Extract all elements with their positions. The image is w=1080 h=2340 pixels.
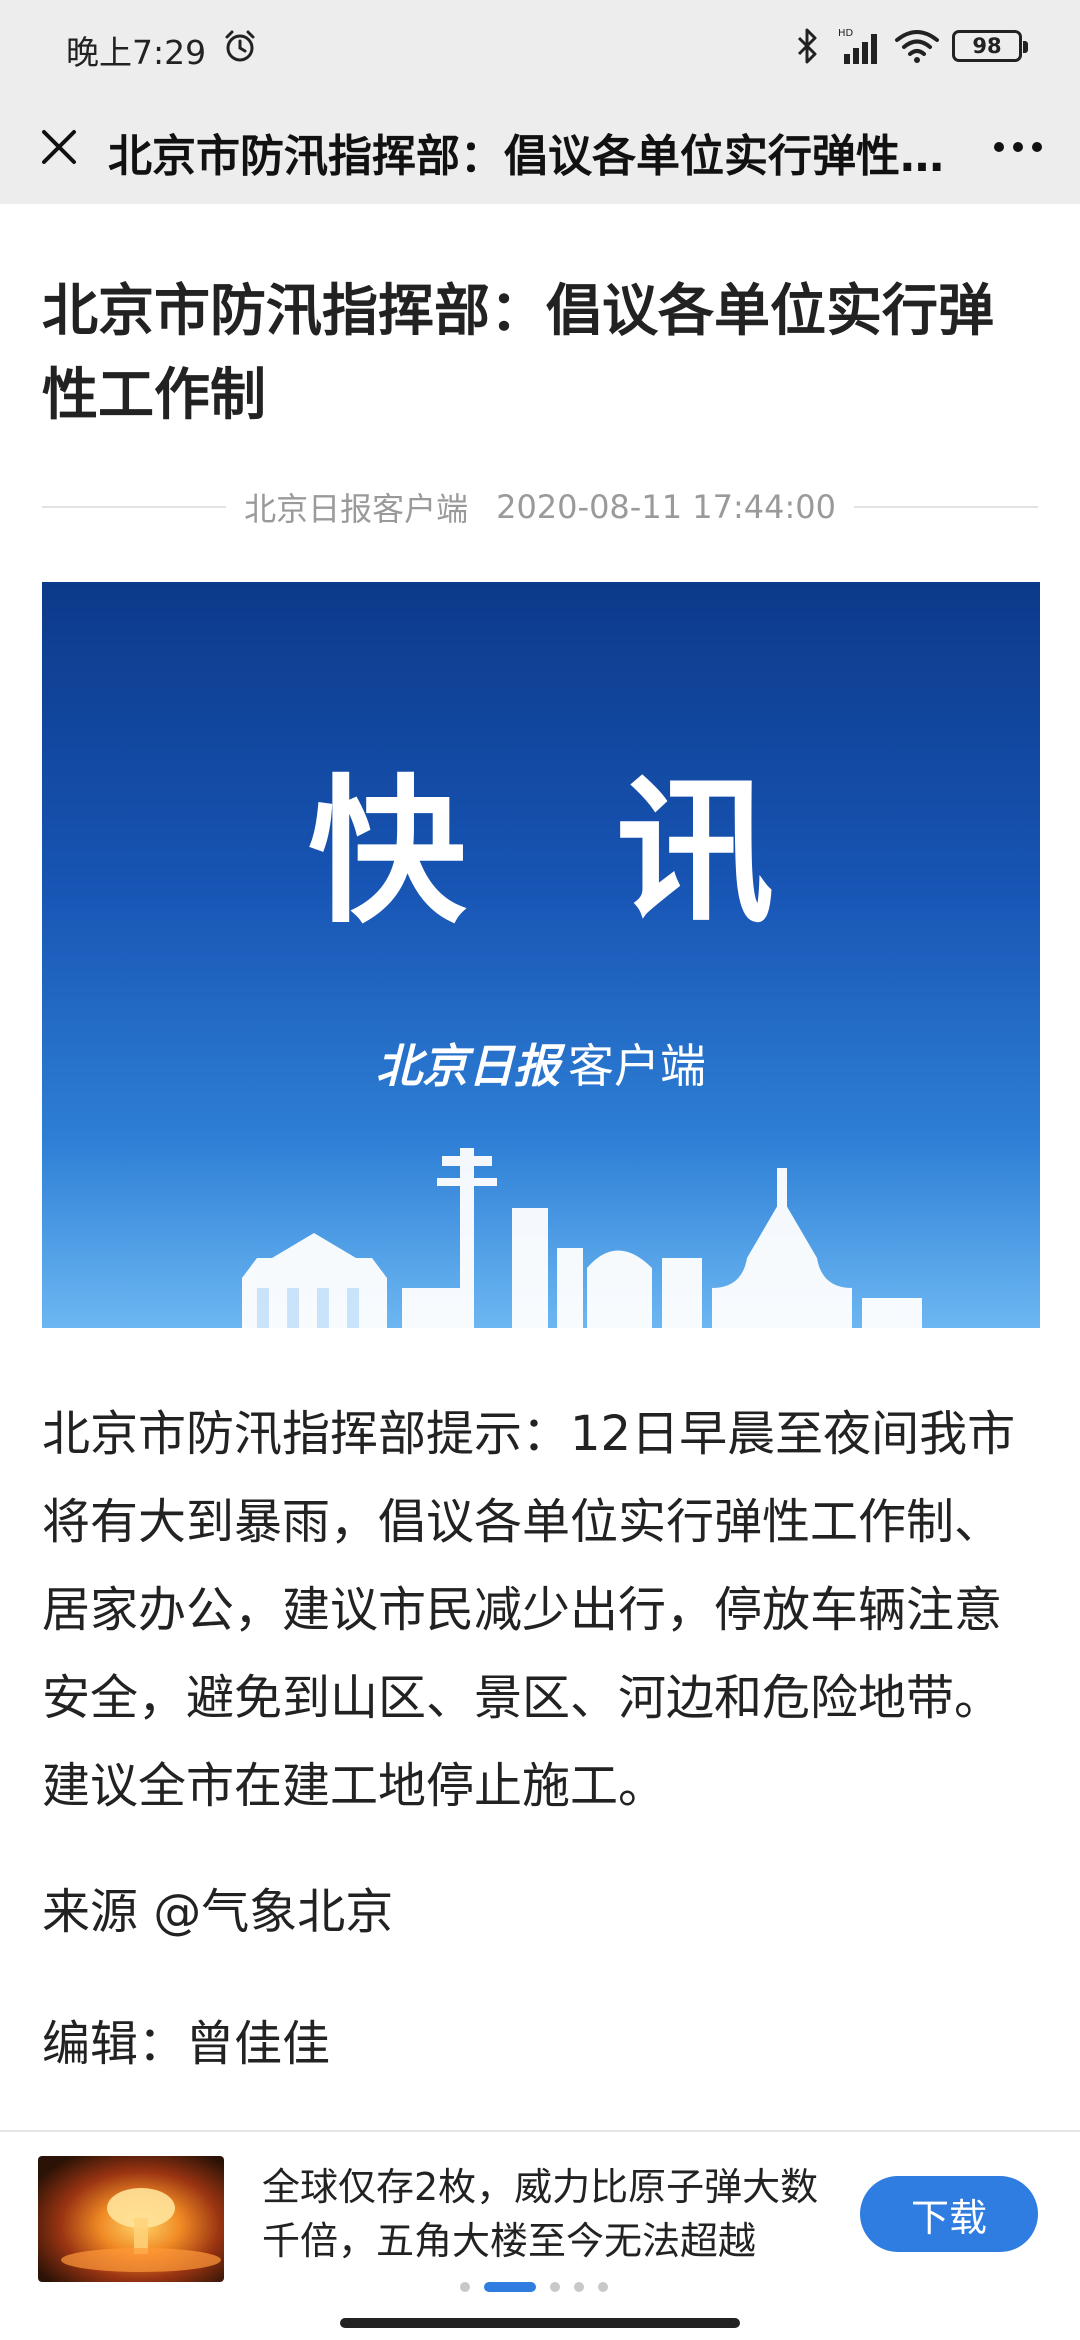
close-button[interactable] bbox=[26, 114, 92, 180]
battery-icon: 98 bbox=[952, 30, 1028, 62]
skyline-graphic bbox=[242, 1148, 922, 1328]
alarm-icon bbox=[225, 30, 255, 62]
bluetooth-icon bbox=[797, 28, 817, 64]
explosion-image bbox=[61, 2188, 221, 2272]
brand-logo-script: 北京日报 bbox=[376, 1039, 560, 1093]
carousel-dot[interactable] bbox=[460, 2282, 470, 2292]
more-button[interactable] bbox=[978, 114, 1058, 180]
nav-title: 北京市防汛指挥部：倡议各单位实行弹性工作制 bbox=[108, 131, 978, 182]
carousel-dot[interactable] bbox=[598, 2282, 608, 2292]
status-time: 晚上7:29 bbox=[66, 33, 207, 72]
article-title: 北京市防汛指挥部：倡议各单位实行弹性工作制 bbox=[42, 279, 994, 428]
article-body: 北京市防汛指挥部提示：12日早晨至夜间我市将有大到暴雨，倡议各单位实行弹性工作制… bbox=[42, 1406, 1016, 1814]
wifi-icon bbox=[895, 30, 939, 63]
hd-signal-icon: HD bbox=[838, 28, 877, 64]
hero-headline: 快讯 bbox=[308, 760, 924, 945]
download-button[interactable]: 下载 bbox=[860, 2176, 1038, 2252]
battery-level: 98 bbox=[972, 34, 1002, 58]
hero-brand: 北京日报 客户端 bbox=[42, 1030, 1040, 1096]
ad-thumbnail[interactable] bbox=[38, 2156, 224, 2282]
ad-text[interactable]: 全球仅存2枚，威力比原子弹大数千倍，五角大楼至今无法超越 bbox=[262, 2160, 822, 2268]
article-source[interactable]: 北京日报客户端 bbox=[244, 484, 468, 530]
home-indicator[interactable] bbox=[340, 2318, 740, 2328]
article-timestamp: 2020-08-11 17:44:00 bbox=[496, 488, 836, 526]
carousel-dot[interactable] bbox=[550, 2282, 560, 2292]
more-icon bbox=[994, 142, 1004, 152]
brand-suffix: 客户端 bbox=[568, 1039, 706, 1093]
carousel-dot[interactable] bbox=[484, 2282, 536, 2292]
svg-text:HD: HD bbox=[838, 28, 854, 39]
divider bbox=[42, 506, 227, 508]
article-meta: 北京日报客户端 2020-08-11 17:44:00 bbox=[42, 484, 1038, 530]
hero-image[interactable]: 快讯 北京日报 客户端 bbox=[42, 582, 1040, 1328]
ad-banner[interactable]: 全球仅存2枚，威力比原子弹大数千倍，五角大楼至今无法超越 下载 bbox=[0, 2130, 1080, 2340]
status-bar: 晚上7:29 HD 98 bbox=[0, 0, 1080, 92]
carousel-dot[interactable] bbox=[574, 2282, 584, 2292]
article-editor: 编辑：曾佳佳 bbox=[42, 2016, 331, 2072]
article-credit-source: 来源 @气象北京 bbox=[42, 1884, 394, 1940]
close-icon bbox=[42, 130, 76, 164]
divider bbox=[853, 506, 1038, 508]
carousel-indicator bbox=[460, 2282, 608, 2292]
top-nav-bar: 北京市防汛指挥部：倡议各单位实行弹性工作制 bbox=[0, 92, 1080, 204]
